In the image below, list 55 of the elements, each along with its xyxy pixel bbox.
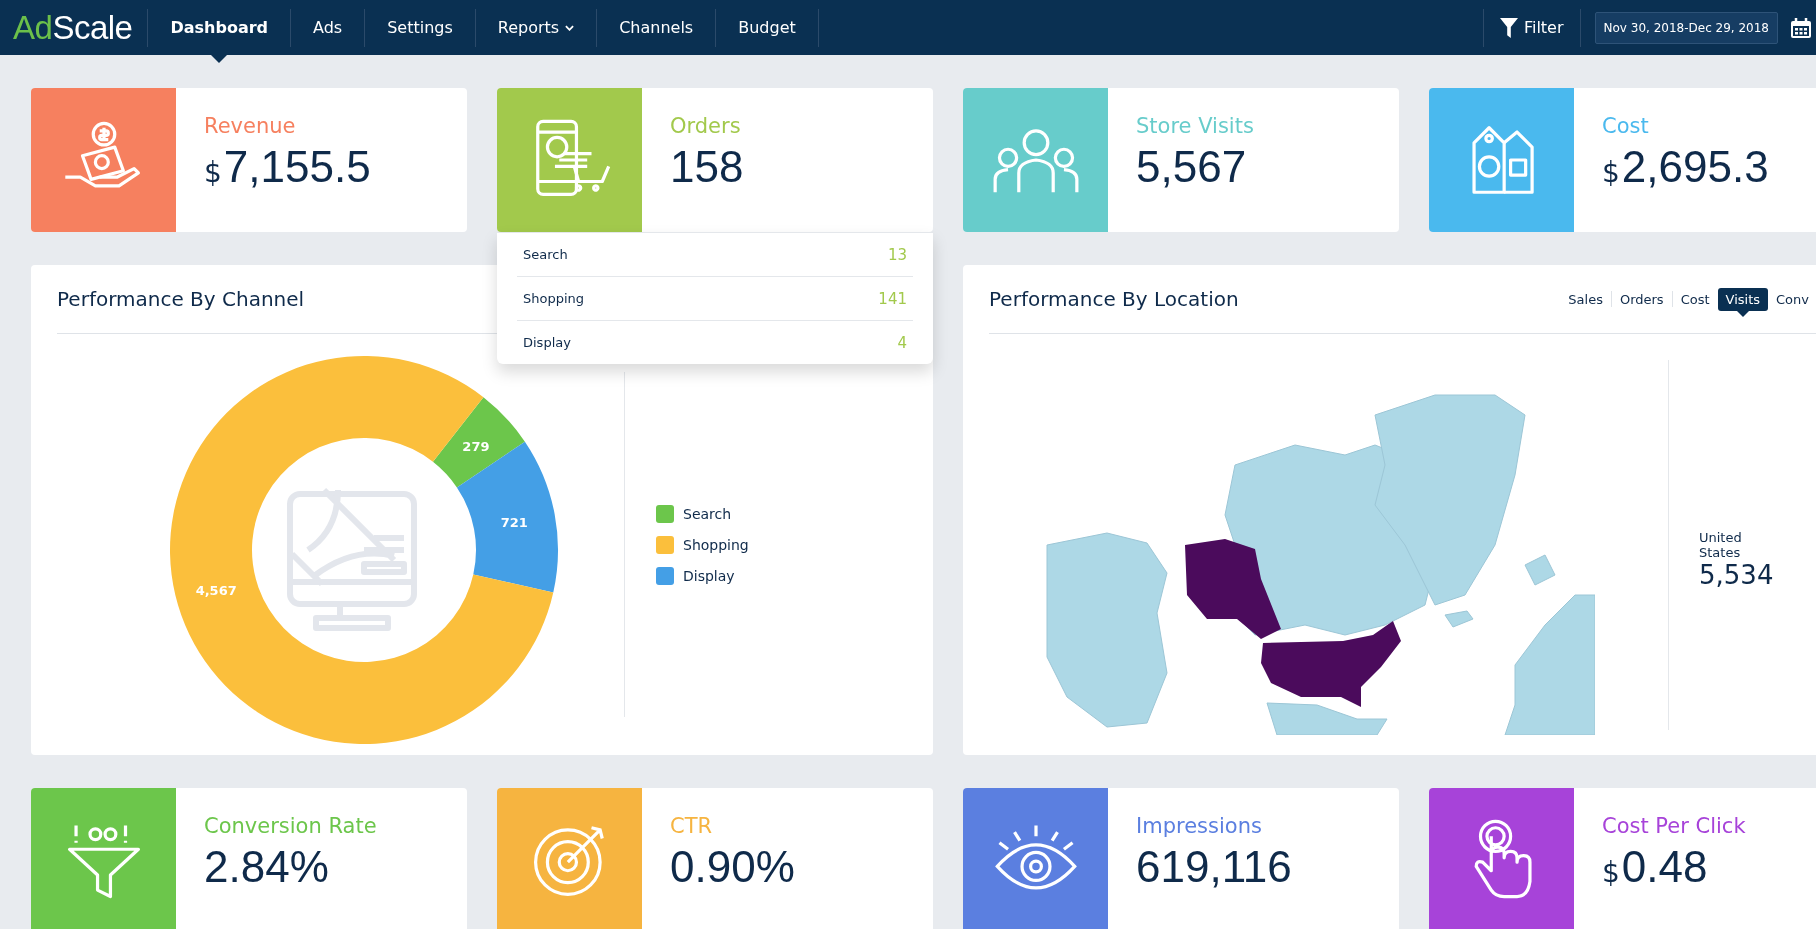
stat-label: Orders <box>670 114 742 138</box>
stat-value: 0.48 <box>1621 842 1708 892</box>
stat-label: Revenue <box>204 114 297 138</box>
nav-link[interactable]: Reports <box>475 0 597 63</box>
legend-swatch <box>656 566 674 585</box>
stat-label: Impressions <box>1136 814 1263 838</box>
stat-label: Cost Per Click <box>1602 814 1746 838</box>
breakdown-value: 141 <box>878 289 907 308</box>
metric-tab[interactable]: Orders <box>1611 287 1672 311</box>
stat-value: 7,155.5 <box>223 142 371 192</box>
breakdown-label: Display <box>523 335 571 350</box>
nav-link[interactable]: Budget <box>716 0 818 63</box>
stat-label: Conversion Rate <box>204 814 377 838</box>
stat-value: 0.90% <box>670 842 795 892</box>
currency-symbol: $ <box>1602 856 1620 889</box>
adscale-logo: AdScale <box>12 8 134 47</box>
filter-button[interactable]: Filter <box>1482 8 1581 47</box>
nav-link[interactable]: Channels <box>597 0 716 63</box>
stat-value: 619,116 <box>1136 842 1292 892</box>
stat-value: 2.84% <box>204 842 329 892</box>
panel-title: Performance By Channel <box>57 287 305 311</box>
breakdown-value: 13 <box>887 245 907 264</box>
stat-label: Store Visits <box>1136 114 1254 138</box>
currency-symbol: $ <box>1602 156 1620 189</box>
legend-label: Search <box>683 505 732 522</box>
metric-tab[interactable]: Sales <box>1560 287 1611 311</box>
country-value: 5,534 <box>1699 559 1774 590</box>
calendar-icon[interactable] <box>1790 16 1812 39</box>
legend-label: Display <box>683 567 735 584</box>
nav-link[interactable]: Settings <box>365 0 475 63</box>
breakdown-label: Shopping <box>523 291 585 306</box>
stat-label: CTR <box>670 814 714 838</box>
legend-label: Shopping <box>683 536 749 553</box>
breakdown-label: Search <box>523 247 568 262</box>
date-range-field[interactable]: Nov 30, 2018-Dec 29, 2018 <box>1594 11 1778 44</box>
slice-value-label: 721 <box>500 514 528 530</box>
nav-link[interactable]: Dashboard <box>148 0 290 63</box>
panel-title: Performance By Location <box>989 287 1239 311</box>
stat-label: Cost <box>1602 114 1650 138</box>
breakdown-value: 4 <box>897 333 907 352</box>
metric-tab[interactable]: Conv <box>1768 287 1816 311</box>
stat-value: 2,695.3 <box>1621 142 1769 192</box>
monitor-megaphone-icon <box>287 486 417 631</box>
country-name: United States <box>1699 529 1743 560</box>
filter-icon <box>1499 17 1518 38</box>
chevron-down-icon <box>565 24 575 31</box>
slice-value-label: 279 <box>462 438 490 454</box>
stat-value: 158 <box>670 142 744 192</box>
legend-swatch <box>656 504 674 523</box>
slice-value-label: 4,567 <box>195 582 237 598</box>
currency-symbol: $ <box>204 156 222 189</box>
legend-swatch <box>656 535 674 554</box>
metric-tab[interactable]: Cost <box>1672 287 1718 311</box>
stat-value: 5,567 <box>1136 142 1247 192</box>
nav-link[interactable]: Ads <box>291 0 365 63</box>
